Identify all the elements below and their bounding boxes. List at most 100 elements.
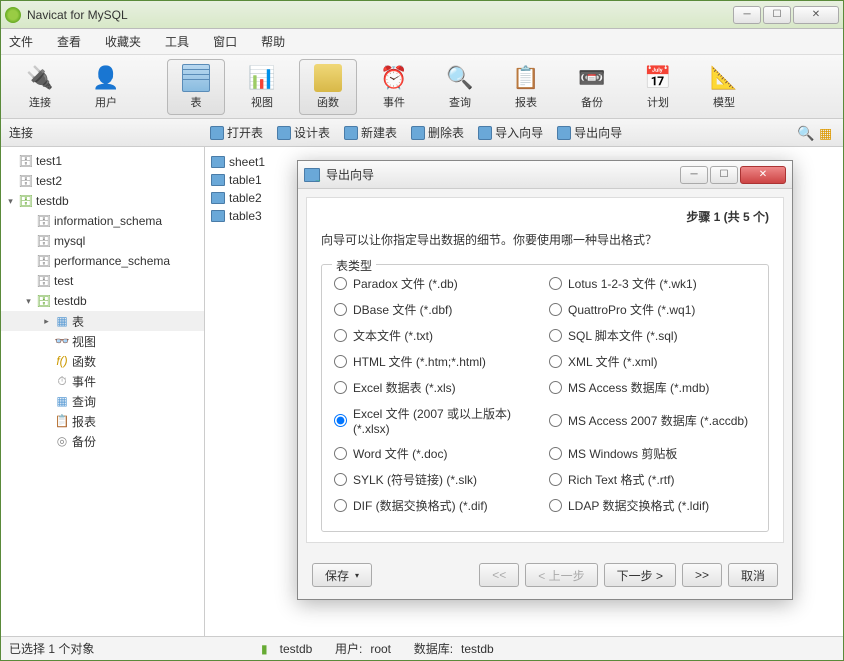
plan-icon bbox=[644, 64, 672, 92]
action-item[interactable]: 设计表 bbox=[271, 122, 336, 143]
toolbar-button[interactable]: 视图 bbox=[233, 59, 291, 115]
format-radio[interactable]: SQL 脚本文件 (*.sql) bbox=[549, 327, 756, 344]
toolbar-button[interactable]: 事件 bbox=[365, 59, 423, 115]
toolbar-button[interactable]: 查询 bbox=[431, 59, 489, 115]
menu-item[interactable]: 收藏夹 bbox=[105, 33, 141, 50]
twisty-icon[interactable]: ▸ bbox=[41, 316, 52, 327]
first-button[interactable]: << bbox=[479, 563, 519, 587]
toolbar-button[interactable]: 报表 bbox=[497, 59, 555, 115]
tree-item[interactable]: ▾🗄 testdb bbox=[1, 191, 204, 211]
menu-item[interactable]: 文件 bbox=[9, 33, 33, 50]
toolbar-button[interactable]: 用户 bbox=[77, 59, 135, 115]
tree-label: test1 bbox=[36, 154, 62, 168]
twisty-icon bbox=[23, 216, 34, 227]
twisty-icon bbox=[23, 276, 34, 287]
tree-item[interactable]: 👓 视图 bbox=[1, 331, 204, 351]
action-item[interactable]: 导入向导 bbox=[472, 122, 549, 143]
format-radio[interactable]: Word 文件 (*.doc) bbox=[334, 445, 541, 462]
tree-item[interactable]: ▦ 查询 bbox=[1, 391, 204, 411]
tree-item[interactable]: f() 函数 bbox=[1, 351, 204, 371]
connection-tree[interactable]: 🗄 test1🗄 test2▾🗄 testdb🗄 information_sch… bbox=[1, 147, 205, 636]
status-schema-label: 数据库: bbox=[414, 640, 453, 657]
tree-item[interactable]: ▾🗄 testdb bbox=[1, 291, 204, 311]
app-title: Navicat for MySQL bbox=[27, 8, 733, 22]
twisty-icon bbox=[41, 396, 52, 407]
save-button[interactable]: 保存▾ bbox=[312, 563, 372, 587]
tree-item[interactable]: ⏱ 事件 bbox=[1, 371, 204, 391]
tree-item[interactable]: 🗄 information_schema bbox=[1, 211, 204, 231]
menubar: 文件 查看 收藏夹 工具 窗口 帮助 bbox=[1, 29, 843, 55]
table-icon bbox=[182, 64, 210, 92]
tree-item[interactable]: 🗄 mysql bbox=[1, 231, 204, 251]
dialog-minimize-button[interactable]: ─ bbox=[680, 166, 708, 184]
format-radio[interactable]: SYLK (符号链接) (*.slk) bbox=[334, 471, 541, 488]
tree-item[interactable]: ▸▦ 表 bbox=[1, 311, 204, 331]
menu-item[interactable]: 工具 bbox=[165, 33, 189, 50]
action-item[interactable]: 导出向导 bbox=[551, 122, 628, 143]
tree-item[interactable]: ◎ 备份 bbox=[1, 431, 204, 451]
format-radio[interactable]: Lotus 1-2-3 文件 (*.wk1) bbox=[549, 275, 756, 292]
search-icon[interactable]: 🔍 bbox=[797, 125, 813, 141]
close-button[interactable]: ✕ bbox=[793, 6, 839, 24]
tree-item[interactable]: 🗄 performance_schema bbox=[1, 251, 204, 271]
dialog-maximize-button[interactable]: ☐ bbox=[710, 166, 738, 184]
twisty-icon bbox=[41, 416, 52, 427]
toolbar-button[interactable]: 计划 bbox=[629, 59, 687, 115]
format-radio[interactable]: DIF (数据交换格式) (*.dif) bbox=[334, 497, 541, 514]
minimize-button[interactable]: ─ bbox=[733, 6, 761, 24]
action-bar: 连接 打开表设计表新建表删除表导入向导导出向导 🔍 ▦ bbox=[1, 119, 843, 147]
tree-item[interactable]: 📋 报表 bbox=[1, 411, 204, 431]
func-icon bbox=[314, 64, 342, 92]
format-radio[interactable]: Paradox 文件 (*.db) bbox=[334, 275, 541, 292]
toolbar-button[interactable]: 备份 bbox=[563, 59, 621, 115]
toolbar-button[interactable]: 表 bbox=[167, 59, 225, 115]
table-icon bbox=[277, 126, 291, 140]
format-radio[interactable]: Excel 文件 (2007 或以上版本) (*.xlsx) bbox=[334, 405, 541, 436]
toolbar-button[interactable]: 连接 bbox=[11, 59, 69, 115]
prev-button[interactable]: < 上一步 bbox=[525, 563, 597, 587]
toolbar-label: 用户 bbox=[95, 94, 117, 110]
toolbar-button[interactable]: 函数 bbox=[299, 59, 357, 115]
dialog-close-button[interactable]: ✕ bbox=[740, 166, 786, 184]
toolbar: 连接用户 表 视图函数事件查询报表备份计划模型 bbox=[1, 55, 843, 119]
tree-item[interactable]: 🗄 test bbox=[1, 271, 204, 291]
format-radio[interactable]: LDAP 数据交换格式 (*.ldif) bbox=[549, 497, 756, 514]
dialog-titlebar: 导出向导 ─ ☐ ✕ bbox=[298, 161, 792, 189]
event-icon bbox=[380, 64, 408, 92]
menu-item[interactable]: 查看 bbox=[57, 33, 81, 50]
format-radio[interactable]: Rich Text 格式 (*.rtf) bbox=[549, 471, 756, 488]
twisty-icon[interactable]: ▾ bbox=[23, 296, 34, 307]
format-radio[interactable]: MS Windows 剪贴板 bbox=[549, 445, 756, 462]
tree-item[interactable]: 🗄 test2 bbox=[1, 171, 204, 191]
menu-item[interactable]: 窗口 bbox=[213, 33, 237, 50]
action-item[interactable]: 打开表 bbox=[204, 122, 269, 143]
twisty-icon bbox=[5, 156, 16, 167]
format-radio[interactable]: HTML 文件 (*.htm;*.html) bbox=[334, 353, 541, 370]
last-button[interactable]: >> bbox=[682, 563, 722, 587]
menu-item[interactable]: 帮助 bbox=[261, 33, 285, 50]
table-icon bbox=[344, 126, 358, 140]
format-radio[interactable]: 文本文件 (*.txt) bbox=[334, 327, 541, 344]
next-button[interactable]: 下一步 > bbox=[604, 563, 676, 587]
toolbar-button[interactable]: 模型 bbox=[695, 59, 753, 115]
table-icon bbox=[211, 174, 225, 186]
format-radio[interactable]: Excel 数据表 (*.xls) bbox=[334, 379, 541, 396]
export-icon bbox=[304, 168, 320, 182]
action-item[interactable]: 新建表 bbox=[338, 122, 403, 143]
format-radio[interactable]: QuattroPro 文件 (*.wq1) bbox=[549, 301, 756, 318]
format-radio[interactable]: MS Access 2007 数据库 (*.accdb) bbox=[549, 405, 756, 436]
cancel-button[interactable]: 取消 bbox=[728, 563, 778, 587]
grid-icon[interactable]: ▦ bbox=[819, 125, 835, 141]
maximize-button[interactable]: ☐ bbox=[763, 6, 791, 24]
tree-item[interactable]: 🗄 test1 bbox=[1, 151, 204, 171]
format-radio[interactable]: DBase 文件 (*.dbf) bbox=[334, 301, 541, 318]
table-icon bbox=[557, 126, 571, 140]
format-radio[interactable]: MS Access 数据库 (*.mdb) bbox=[549, 379, 756, 396]
toolbar-label: 表 bbox=[191, 94, 202, 110]
format-radio[interactable]: XML 文件 (*.xml) bbox=[549, 353, 756, 370]
tree-label: testdb bbox=[36, 194, 69, 208]
action-item[interactable]: 删除表 bbox=[405, 122, 470, 143]
tree-icon: 👓 bbox=[54, 334, 70, 348]
twisty-icon bbox=[41, 356, 52, 367]
twisty-icon[interactable]: ▾ bbox=[5, 196, 16, 207]
